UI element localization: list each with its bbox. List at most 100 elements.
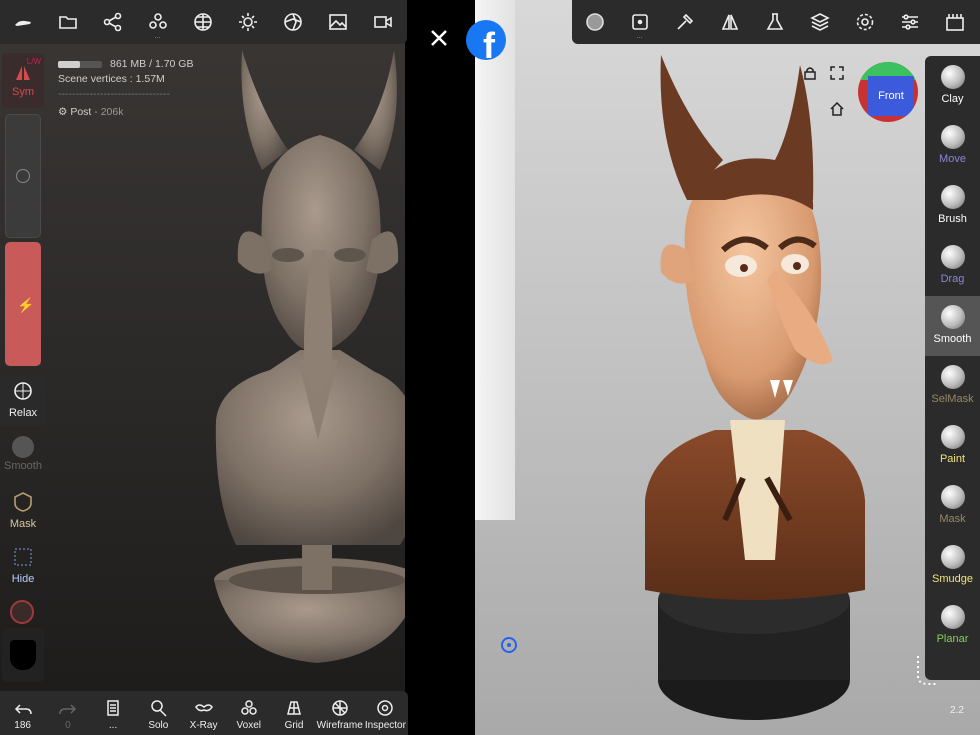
interface-icon[interactable] [932, 0, 977, 44]
inspector-icon [377, 700, 394, 716]
bottom-redo-button[interactable]: 0 [45, 691, 90, 735]
tool-label: Move [939, 153, 966, 165]
objects-icon[interactable]: ... [135, 0, 180, 44]
post-row[interactable]: ⚙ Post - 206k [58, 105, 193, 120]
bottom-button-label: Inspector [364, 720, 406, 731]
post-icon: ⚙ [58, 106, 68, 118]
voxel-icon [241, 700, 257, 715]
pivot-target-icon[interactable] [501, 637, 517, 653]
layers-icon[interactable] [797, 0, 842, 44]
topology-icon[interactable] [180, 0, 225, 44]
bottom-undo-button[interactable]: 186 [0, 691, 45, 735]
material-icon[interactable] [270, 0, 315, 44]
brush-intensity-slider[interactable]: ⚡ [5, 242, 41, 366]
bottom-history-button[interactable]: ... [90, 691, 135, 735]
tool-label: Clay [941, 93, 964, 105]
bottom-wireframe-button[interactable]: Wireframe [317, 691, 363, 735]
tool-move[interactable]: Move [925, 116, 980, 176]
symmetry-icon[interactable] [707, 0, 752, 44]
close-icon[interactable] [425, 24, 453, 52]
video-icon[interactable] [360, 0, 405, 44]
bottom-button-label: Grid [284, 720, 304, 731]
tool-clay[interactable]: Clay [925, 56, 980, 116]
color-wheel-icon[interactable] [10, 600, 34, 624]
view-cube-label: Front [878, 90, 904, 102]
tool-paint[interactable]: Paint [925, 416, 980, 476]
tool-label: Brush [938, 213, 967, 225]
memory-usage: 861 MB / 1.70 GB [58, 57, 193, 72]
tool-label: Paint [939, 453, 966, 465]
bottom-inspector-button[interactable]: Inspector [363, 691, 408, 735]
tool-brush[interactable]: Brush [925, 176, 980, 236]
selmask-icon [940, 365, 965, 389]
share-graph-icon[interactable] [90, 0, 135, 44]
tool-icon[interactable] [662, 0, 707, 44]
history-icon [107, 700, 119, 716]
settings-icon[interactable] [842, 0, 887, 44]
tool-drag[interactable]: Drag [925, 236, 980, 296]
facebook-logo[interactable]: f [466, 20, 506, 60]
top-toolbar-left: ... [0, 0, 407, 44]
relax-icon [14, 382, 32, 400]
flask-icon[interactable] [752, 0, 797, 44]
undo-icon [14, 704, 32, 715]
bottom-button-label: 0 [65, 720, 71, 731]
brush-radius-slider[interactable] [5, 114, 41, 238]
symmetry-toggle[interactable]: L/W Sym [2, 53, 44, 108]
tool-label: Drag [940, 273, 965, 285]
tool-label: SelMask [931, 393, 974, 405]
tool-selmask[interactable]: SelMask [925, 356, 980, 416]
intensity-icon: ⚡ [17, 297, 35, 313]
bottom-button-label: Wireframe [316, 720, 363, 731]
sliders-icon[interactable] [887, 0, 932, 44]
drag-icon [940, 245, 965, 269]
relax-tool[interactable]: Relax [0, 374, 46, 426]
app-version: 2.2 [950, 705, 964, 716]
scene-stats: 861 MB / 1.70 GB Scene vertices : 1.57M … [58, 57, 193, 120]
bottom-voxel-button[interactable]: Voxel [226, 691, 271, 735]
top-toolbar-right: ... [572, 0, 980, 44]
solo-icon [151, 700, 167, 717]
bottom-button-label: Voxel [236, 720, 262, 731]
bottom-button-label: Solo [148, 720, 169, 731]
tool-mask[interactable]: Mask [925, 476, 980, 536]
redo-icon [59, 704, 76, 715]
fullscreen-icon[interactable] [830, 66, 846, 82]
stroke-icon[interactable]: ... [617, 0, 662, 44]
lighting-icon[interactable] [225, 0, 270, 44]
hide-icon [14, 548, 32, 566]
tool-planar[interactable]: Planar [925, 596, 980, 656]
bottom-toolbar: 186 0... Solo X-Ray Voxel Grid Wireframe Inspec… [0, 691, 408, 735]
scene-icon[interactable] [0, 0, 45, 44]
smooth-left-icon [12, 436, 34, 458]
background-white-panel [475, 0, 515, 520]
lock-icon[interactable] [803, 66, 819, 82]
smooth-icon [940, 305, 965, 329]
tool-smudge[interactable]: Smudge [925, 536, 980, 596]
app-root: ... f ... 861 MB / 1.70 GB Scene vertice… [0, 0, 980, 735]
mask-tool-left[interactable]: Mask [0, 485, 46, 537]
smooth-tool-left[interactable]: Smooth [0, 430, 46, 482]
material-swatch[interactable] [2, 628, 44, 682]
tool-label: Planar [936, 633, 969, 645]
grid-icon [287, 701, 301, 715]
corner-dotted-icon[interactable] [914, 654, 940, 688]
planar-icon [940, 605, 965, 629]
bottom-solo-button[interactable]: Solo [136, 691, 181, 735]
stats-separator: -------------------------------- [58, 88, 170, 100]
tool-smooth[interactable]: Smooth [925, 296, 980, 356]
clay-icon [940, 65, 965, 89]
home-icon[interactable] [830, 101, 846, 118]
paint-icon [940, 425, 965, 449]
mask-icon [14, 492, 32, 512]
bottom-button-label: X-Ray [189, 720, 218, 731]
move-icon [940, 125, 965, 149]
bottom-grid-button[interactable]: Grid [271, 691, 316, 735]
bottom-xray-button[interactable]: X-Ray [181, 691, 226, 735]
files-icon[interactable] [45, 0, 90, 44]
tool-label: Smooth [933, 333, 972, 345]
material-sphere-icon[interactable] [572, 0, 617, 44]
view-cube[interactable]: Front [858, 62, 918, 122]
hide-tool-left[interactable]: Hide [0, 540, 46, 592]
background-icon[interactable] [315, 0, 360, 44]
